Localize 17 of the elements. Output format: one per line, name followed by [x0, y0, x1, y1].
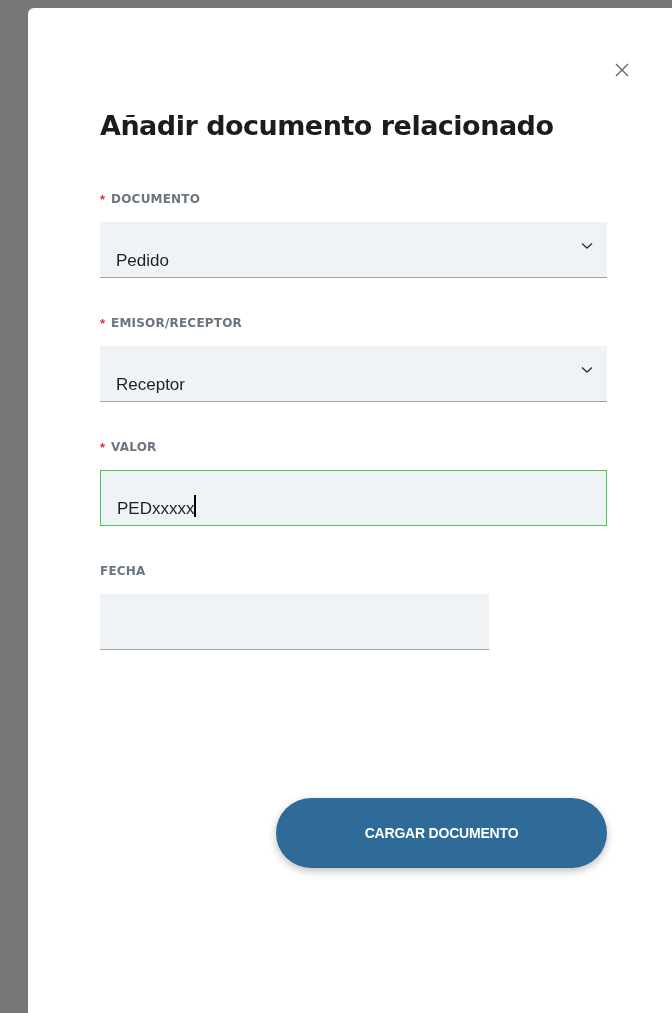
date-field[interactable] [100, 594, 489, 650]
input-field[interactable]: PEDxxxxx [100, 470, 607, 526]
field-label: DOCUMENTO [111, 191, 201, 208]
upload-document-button[interactable]: CARGAR DOCUMENTO [276, 798, 607, 868]
close-button[interactable] [614, 62, 630, 78]
required-asterisk: * [100, 316, 106, 330]
field-label: VALOR [111, 439, 157, 456]
field-label: EMISOR/RECEPTOR [111, 315, 242, 332]
chevron-down-icon [581, 366, 593, 374]
dropdown-field[interactable]: Pedido [100, 222, 607, 278]
text-cursor [194, 495, 196, 517]
chevron-down-icon [581, 242, 593, 250]
dialog-title: Añadir documento relacionado [100, 112, 555, 139]
required-asterisk: * [100, 192, 106, 206]
field-label: FECHA [100, 563, 146, 580]
required-asterisk: * [100, 440, 106, 454]
dropdown-field[interactable]: Receptor [100, 346, 607, 402]
